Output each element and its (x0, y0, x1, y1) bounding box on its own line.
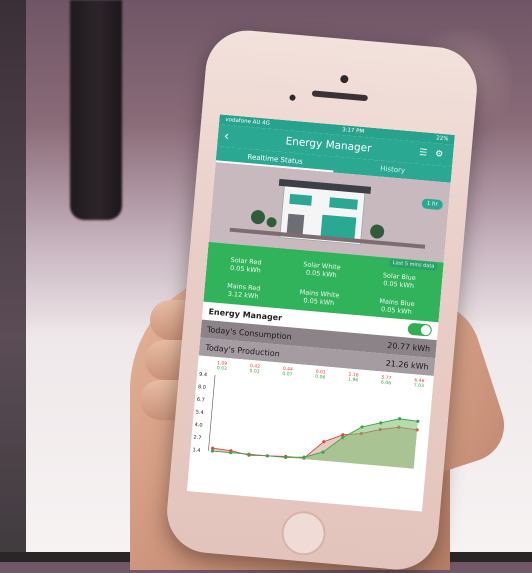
home-button[interactable] (279, 509, 328, 558)
window-icon (329, 197, 358, 210)
last-mins-badge: Last 5 mins data (389, 258, 438, 271)
reading-mains-blue: Mains Blue 0.05 kWh (361, 296, 432, 318)
y-tick-label: 4.0 (194, 422, 202, 429)
consumption-value: 20.77 kWh (386, 340, 431, 354)
y-tick-label: 9.4 (199, 372, 207, 379)
data-label-green: 0.07 (282, 371, 293, 378)
tree-icon (266, 216, 277, 228)
reading-solar-red: Solar Red 0.05 kWh (210, 254, 281, 276)
battery-label: 22% (436, 135, 449, 143)
roof-solar-panels (278, 178, 372, 194)
y-tick-label: 6.7 (197, 397, 205, 404)
earpiece-speaker (311, 90, 369, 102)
data-label-green: 1.96 (348, 377, 359, 384)
front-camera (340, 74, 349, 84)
data-label-green: 6.06 (381, 379, 392, 386)
energy-manager-label: Energy Manager (208, 306, 283, 323)
window-icon (289, 193, 313, 206)
production-label: Today's Production (205, 342, 281, 359)
y-axis (208, 374, 216, 451)
data-label-green: 0.06 (315, 374, 326, 381)
phone: vodafone AU 4G 3:17 PM 22% ‹ Energy Mana… (163, 27, 481, 573)
production-value: 21.26 kWh (385, 358, 429, 372)
y-tick-label: 5.4 (195, 409, 203, 416)
back-chevron-icon[interactable]: ‹ (223, 128, 242, 145)
y-tick-label: 1.4 (192, 447, 200, 454)
data-label-green: 7.03 (414, 382, 425, 389)
data-label-green: 0.03 (249, 368, 260, 375)
proximity-sensor (289, 94, 296, 101)
series-area (212, 418, 418, 469)
reading-solar-blue: Solar Blue 0.05 kWh (363, 270, 434, 292)
background-wall (0, 0, 26, 562)
reading-mains-red: Mains Red 3.12 kWh (208, 280, 279, 302)
phone-screen: vodafone AU 4G 3:17 PM 22% ‹ Energy Mana… (186, 114, 455, 512)
series-point (265, 454, 269, 458)
door-icon (286, 213, 305, 236)
time-range-badge[interactable]: 1 hr (421, 198, 444, 211)
y-tick-label: 2.7 (193, 435, 201, 442)
time-label: 3:17 PM (341, 127, 365, 136)
tree-icon (250, 209, 266, 225)
list-icon[interactable]: ☰ (415, 148, 432, 159)
tree-icon (369, 223, 385, 240)
energy-chart: 9.4 8.0 6.7 5.4 4.0 2.7 1.4 1.09 0.03 0.42 0.03 0.4… (189, 355, 434, 476)
energy-manager-toggle[interactable] (407, 322, 433, 337)
chart-svg: 9.48.06.75.44.02.71.41.090.03 0.420.03 0.4… (192, 360, 425, 469)
reading-mains-white: Mains White 0.05 kWh (284, 287, 355, 309)
data-label-green: 0.03 (216, 365, 227, 372)
background-speaker (70, 0, 122, 220)
reading-solar-white: Solar White 0.05 kWh (286, 259, 357, 281)
y-tick-label: 8.0 (198, 384, 206, 391)
settings-gear-icon[interactable]: ⚙ (431, 149, 448, 160)
